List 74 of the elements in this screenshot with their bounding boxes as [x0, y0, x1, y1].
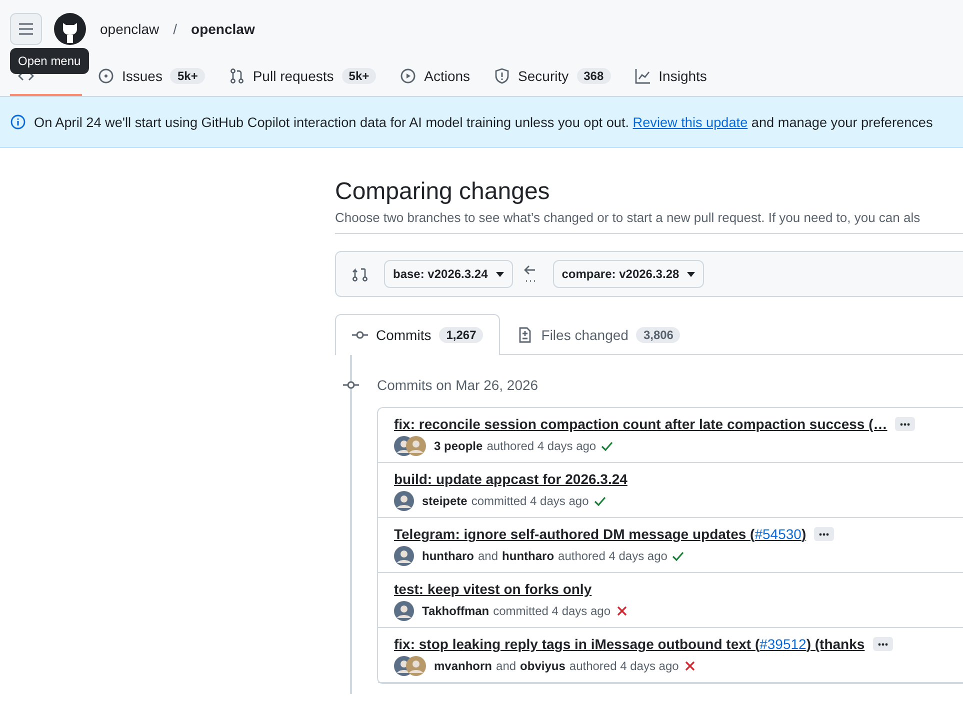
graph-icon	[634, 68, 651, 84]
repo-tab[interactable]: Security 368	[486, 58, 619, 96]
review-link[interactable]: Review this update	[632, 114, 748, 130]
pull-request-link[interactable]: #54530	[754, 526, 802, 542]
commit-time: committed 4 days ago	[493, 604, 611, 618]
commit-title-link[interactable]: build: update appcast for 2026.3.24	[394, 471, 628, 487]
ellipsis-icon	[819, 532, 830, 536]
page-subtitle: Choose two branches to see what’s changed or to start a new pull request. If you need to, you can als	[335, 210, 963, 234]
author-link[interactable]: Takhoffman	[422, 604, 490, 618]
count-badge: 5k+	[342, 68, 376, 84]
avatar-icon	[394, 601, 414, 621]
repo-tab[interactable]: Insights	[626, 58, 715, 96]
path-separator: /	[173, 21, 178, 37]
result-tab[interactable]: Files changed 3,806	[500, 314, 698, 355]
avatar-icon	[406, 436, 426, 456]
swap-icon	[352, 266, 368, 282]
avatar-icon	[394, 546, 414, 566]
expand-button[interactable]	[814, 527, 834, 541]
author-link[interactable]: mvanhorn	[434, 659, 492, 673]
check-icon[interactable]	[600, 439, 614, 453]
count-badge: 1,267	[439, 327, 484, 343]
commit-time: committed 4 days ago	[471, 494, 589, 508]
notice-text: On April 24 we'll start using GitHub Copilot interaction data for AI model training unless you opt out. Review this update and manage your preferences	[34, 114, 933, 130]
left-arrow-icon	[522, 264, 537, 284]
play-icon	[400, 68, 416, 84]
commit-title-link[interactable]: fix: stop leaking reply tags in iMessage outbound text (#39512) (thanks	[394, 636, 865, 652]
pr-icon	[228, 68, 245, 84]
commit-date-heading: Commits on Mar 26, 2026	[377, 377, 538, 393]
base-branch-dropdown[interactable]: base: v2026.3.24	[384, 260, 513, 288]
info-icon	[10, 114, 26, 130]
count-badge: 368	[576, 68, 611, 84]
page-title: Comparing changes	[335, 178, 551, 206]
cat-logo-icon[interactable]	[54, 13, 86, 45]
avatar-icon	[406, 656, 426, 676]
tooltip: Open menu	[10, 48, 89, 74]
compare-branch-dropdown[interactable]: compare: v2026.3.28	[552, 260, 704, 288]
avatar-icon	[394, 491, 414, 511]
commit-title-link[interactable]: Telegram: ignore self-authored DM message updates (#54530)	[394, 526, 806, 542]
commit-time: authored 4 days ago	[558, 549, 668, 563]
author-link[interactable]: huntharo	[502, 549, 554, 563]
pull-request-link[interactable]: #39512	[760, 636, 806, 652]
ellipsis-icon	[900, 422, 910, 426]
caret-icon	[496, 272, 504, 276]
repo-tab[interactable]: Actions	[392, 58, 478, 96]
menu-icon	[18, 21, 34, 37]
shield-icon	[494, 68, 510, 84]
repo-tab[interactable]: Issues 5k+	[90, 58, 213, 96]
cross-icon[interactable]	[614, 604, 629, 618]
repo-tab[interactable]: Pull requests 5k+	[220, 58, 384, 96]
author-link[interactable]: steipete	[422, 494, 468, 508]
commit-time: authored 4 days ago	[486, 439, 596, 453]
commit-time: authored 4 days ago	[569, 659, 679, 673]
count-badge: 5k+	[170, 68, 205, 84]
caret-icon	[687, 272, 696, 276]
repo-link[interactable]: openclaw	[191, 21, 255, 37]
author-link[interactable]: 3 people	[434, 439, 483, 453]
commit-title-link[interactable]: fix: reconcile session compaction count after late compaction success (…	[394, 416, 888, 432]
author-link[interactable]: obviyus	[520, 659, 566, 673]
expand-button[interactable]	[872, 637, 893, 651]
result-tab[interactable]: Commits 1,267	[335, 314, 500, 355]
diff-icon	[517, 327, 534, 343]
menu-button[interactable]	[10, 13, 42, 45]
issue-icon	[98, 68, 114, 84]
cross-icon[interactable]	[682, 659, 697, 673]
check-icon[interactable]	[671, 549, 686, 563]
joiner-text: and	[496, 659, 516, 673]
check-icon[interactable]	[592, 494, 607, 508]
author-link[interactable]: huntharo	[422, 549, 474, 563]
commit-title-link[interactable]: test: keep vitest on forks only	[394, 581, 592, 597]
owner-link[interactable]: openclaw	[100, 21, 160, 37]
joiner-text: and	[478, 549, 498, 563]
count-badge: 3,806	[636, 327, 680, 343]
expand-button[interactable]	[895, 417, 916, 431]
ellipsis-icon	[878, 642, 888, 646]
